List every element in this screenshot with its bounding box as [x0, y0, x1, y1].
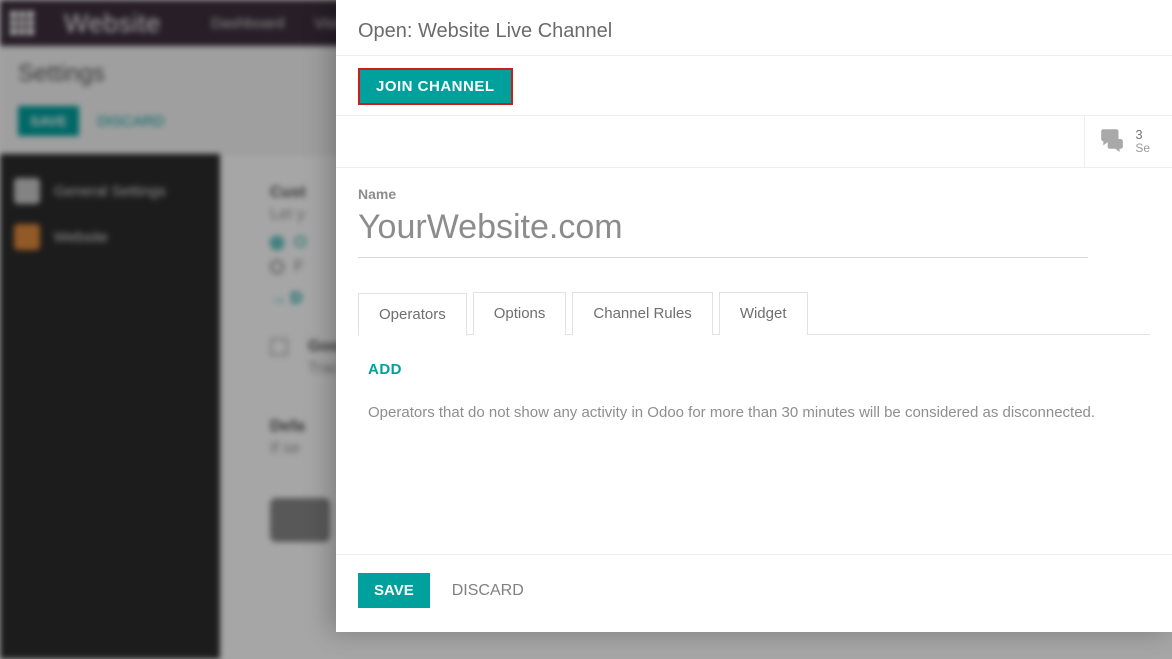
channel-name-input[interactable] — [358, 204, 1088, 258]
tab-operators[interactable]: Operators — [358, 293, 467, 336]
tab-content-operators: ADD Operators that do not show any activ… — [358, 335, 1150, 447]
modal-discard-button[interactable]: DISCARD — [452, 582, 524, 600]
operators-hint: Operators that do not show any activity … — [368, 404, 1140, 421]
modal-title: Open: Website Live Channel — [336, 0, 1172, 56]
tab-strip: Operators Options Channel Rules Widget — [358, 292, 1150, 335]
modal-footer: SAVE DISCARD — [336, 554, 1172, 632]
join-channel-button[interactable]: JOIN CHANNEL — [358, 68, 513, 105]
tab-options[interactable]: Options — [473, 292, 567, 335]
modal-save-button[interactable]: SAVE — [358, 573, 430, 608]
modal-action-row: JOIN CHANNEL — [336, 56, 1172, 116]
add-operator-button[interactable]: ADD — [368, 361, 402, 378]
modal-stat-row: 3 Se — [336, 116, 1172, 168]
live-channel-modal: Open: Website Live Channel JOIN CHANNEL … — [336, 0, 1172, 632]
tab-widget[interactable]: Widget — [719, 292, 808, 335]
name-label: Name — [358, 186, 1150, 202]
tab-channel-rules[interactable]: Channel Rules — [572, 292, 712, 335]
stat-text: 3 Se — [1135, 128, 1150, 155]
sessions-stat[interactable]: 3 Se — [1084, 116, 1160, 167]
modal-body: Name Operators Options Channel Rules Wid… — [336, 168, 1172, 554]
chat-icon — [1099, 126, 1125, 157]
